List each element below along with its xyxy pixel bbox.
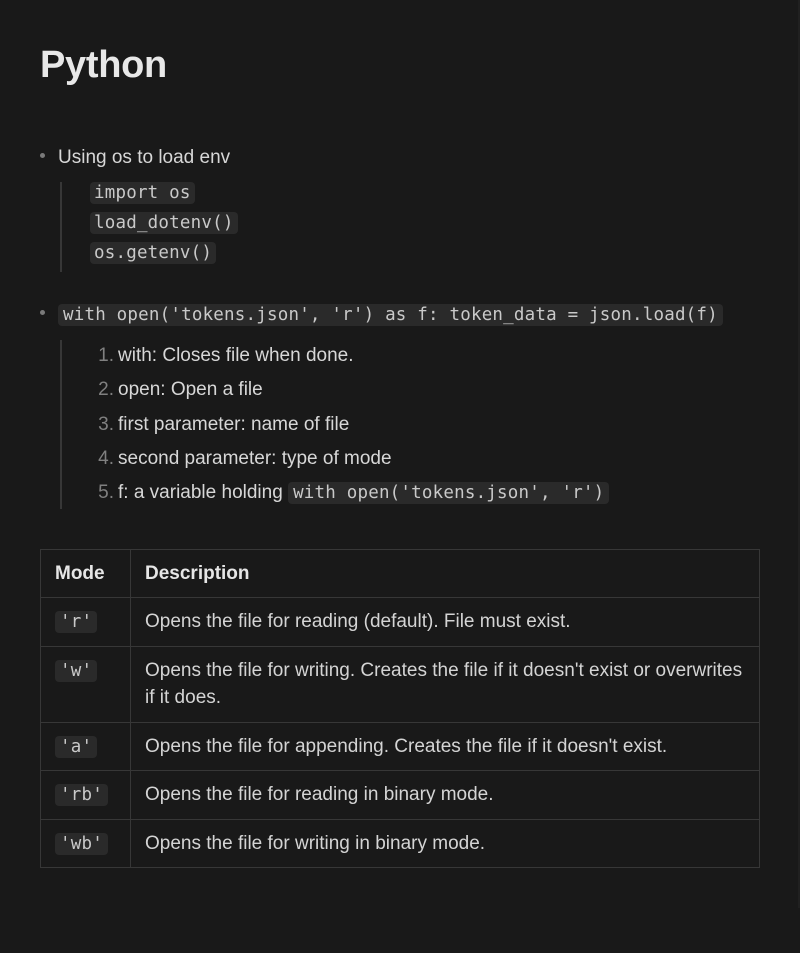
table-row: 'r' Opens the file for reading (default)… xyxy=(41,598,760,647)
page-title: Python xyxy=(40,44,760,87)
list-item-text: with: Closes file when done. xyxy=(118,345,354,366)
code-line: os.getenv() xyxy=(90,242,216,264)
ordered-list: with: Closes file when done. open: Open … xyxy=(90,340,760,509)
list-item: first parameter: name of file xyxy=(118,409,760,440)
mode-cell: 'w' xyxy=(41,646,131,722)
ordered-list-block: with: Closes file when done. open: Open … xyxy=(60,340,760,509)
mode-code: 'r' xyxy=(55,611,97,633)
mode-code: 'wb' xyxy=(55,833,108,855)
inline-code: with open('tokens.json', 'r') xyxy=(288,482,609,504)
list-item: second parameter: type of mode xyxy=(118,443,760,474)
desc-cell: Opens the file for appending. Creates th… xyxy=(131,722,760,771)
code-line: import os xyxy=(90,182,195,204)
desc-cell: Opens the file for reading in binary mod… xyxy=(131,771,760,820)
mode-cell: 'wb' xyxy=(41,819,131,868)
col-header-mode: Mode xyxy=(41,549,131,598)
code-block: import os load_dotenv() os.getenv() xyxy=(60,182,760,272)
list-item-text: second parameter: type of mode xyxy=(118,448,392,469)
modes-table: Mode Description 'r' Opens the file for … xyxy=(40,549,760,869)
mode-code: 'a' xyxy=(55,736,97,758)
desc-cell: Opens the file for writing. Creates the … xyxy=(131,646,760,722)
bulleted-list: Using os to load env import os load_dote… xyxy=(40,143,760,509)
bullet-head: with open('tokens.json', 'r') as f: toke… xyxy=(58,300,760,329)
code-line: load_dotenv() xyxy=(90,212,238,234)
desc-cell: Opens the file for writing in binary mod… xyxy=(131,819,760,868)
desc-cell: Opens the file for reading (default). Fi… xyxy=(131,598,760,647)
mode-cell: 'rb' xyxy=(41,771,131,820)
table-row: 'rb' Opens the file for reading in binar… xyxy=(41,771,760,820)
list-item-text: first parameter: name of file xyxy=(118,414,349,435)
document-page: Python Using os to load env import os lo… xyxy=(0,0,800,908)
bullet-text: Using os to load env xyxy=(58,147,230,168)
col-header-description: Description xyxy=(131,549,760,598)
bullet-code: with open('tokens.json', 'r') as f: toke… xyxy=(58,304,723,326)
mode-code: 'rb' xyxy=(55,784,108,806)
list-item: open: Open a file xyxy=(118,374,760,405)
table-row: 'w' Opens the file for writing. Creates … xyxy=(41,646,760,722)
list-item-text: open: Open a file xyxy=(118,379,263,400)
table-row: 'a' Opens the file for appending. Create… xyxy=(41,722,760,771)
list-item: with: Closes file when done. xyxy=(118,340,760,371)
list-item-text: f: a variable holding xyxy=(118,482,288,503)
table-row: 'wb' Opens the file for writing in binar… xyxy=(41,819,760,868)
mode-cell: 'r' xyxy=(41,598,131,647)
bullet-item: with open('tokens.json', 'r') as f: toke… xyxy=(58,300,760,508)
table-header-row: Mode Description xyxy=(41,549,760,598)
mode-code: 'w' xyxy=(55,660,97,682)
mode-cell: 'a' xyxy=(41,722,131,771)
list-item: f: a variable holding with open('tokens.… xyxy=(118,477,760,508)
bullet-head: Using os to load env xyxy=(58,143,760,172)
bullet-item: Using os to load env import os load_dote… xyxy=(58,143,760,272)
